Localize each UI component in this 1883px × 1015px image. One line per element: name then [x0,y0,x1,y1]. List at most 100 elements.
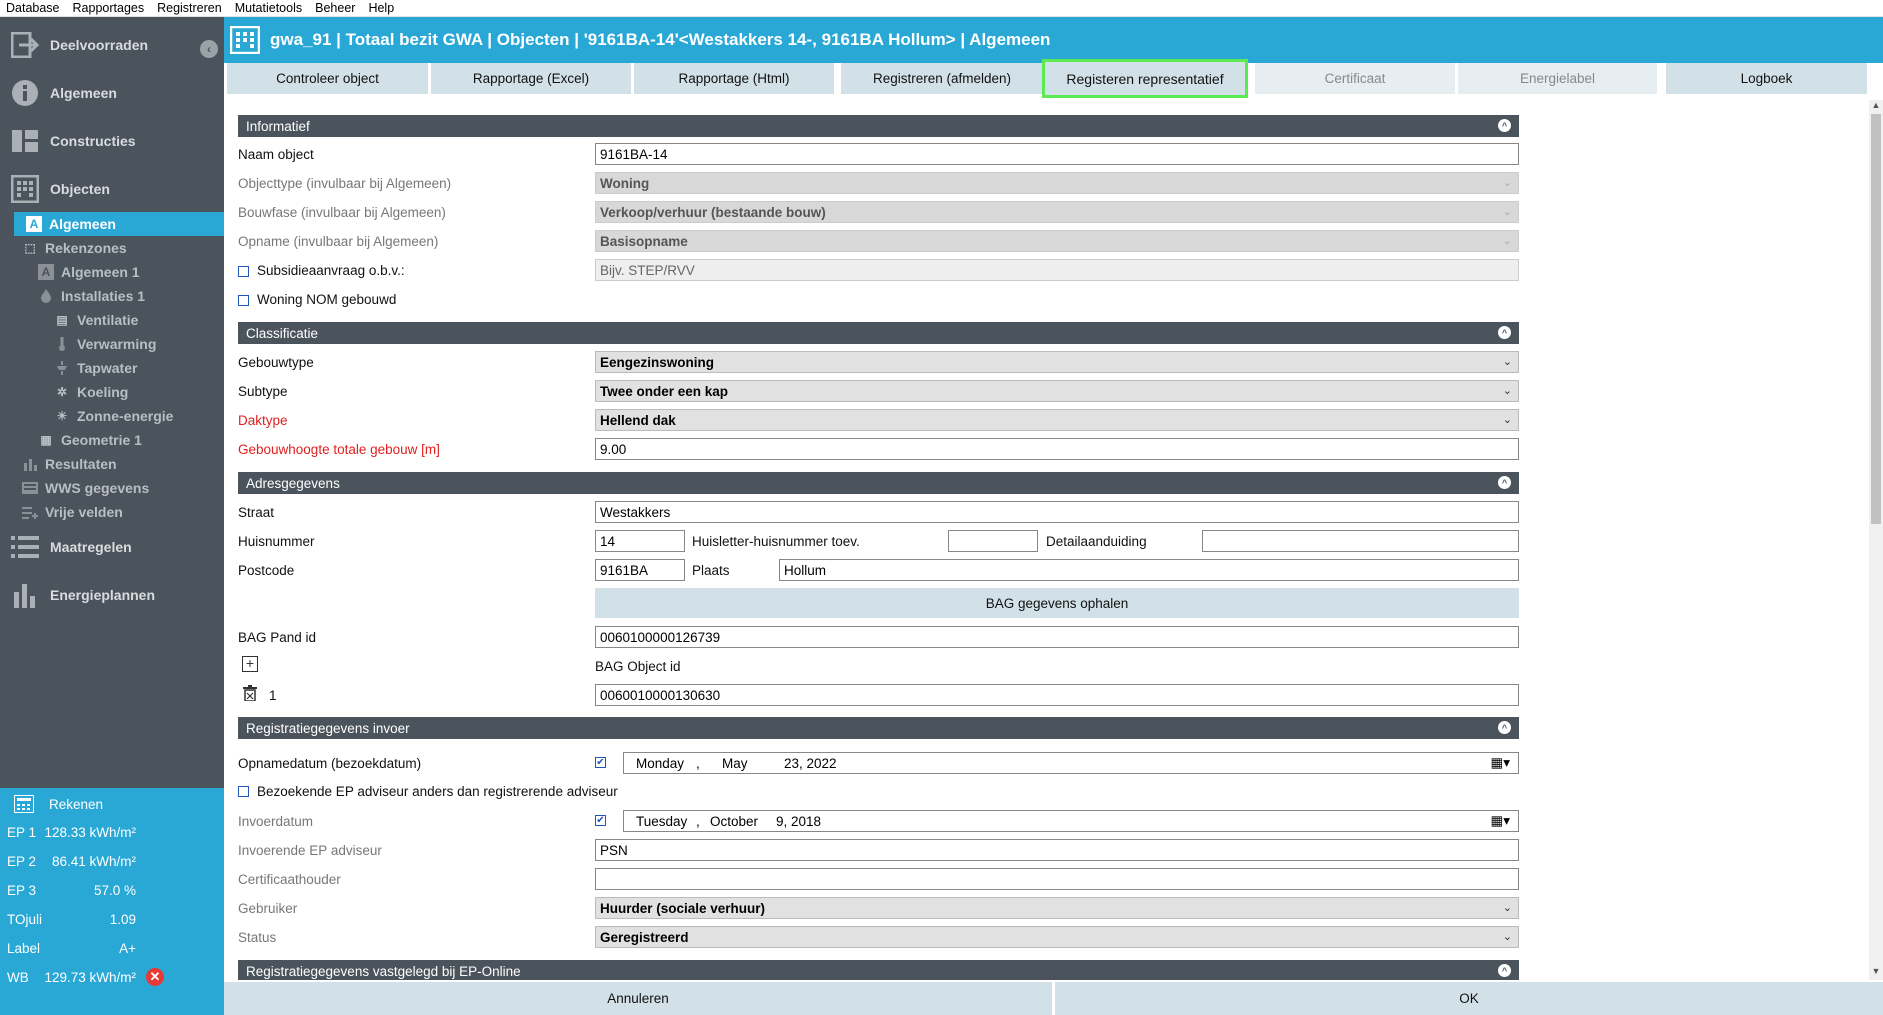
bezoekende-checkbox[interactable] [238,786,249,797]
calculator-icon [13,794,35,816]
tree-item-verwarming[interactable]: Verwarming [54,332,156,356]
naam-object-input[interactable]: 9161BA-14 [595,143,1519,165]
invoerdatum-checkbox[interactable]: ✔ [595,815,606,826]
annuleren-button[interactable]: Annuleren [224,982,1052,1015]
tree-item-koeling[interactable]: ✲ Koeling [54,380,128,404]
gebouwhoogte-input[interactable]: 9.00 [595,438,1519,460]
invoerende-adviseur-input[interactable]: PSN [595,839,1519,861]
section-classificatie[interactable]: Classificatie ^ [238,322,1519,344]
invoerdatum-picker[interactable]: Tuesday , October 9, 2018 ▦▾ [623,810,1519,832]
collapse-icon[interactable]: ^ [1498,476,1511,489]
menu-database[interactable]: Database [6,1,60,15]
collapse-icon[interactable]: ^ [1498,119,1511,132]
calc-key: TOjuli [7,911,43,927]
menu-mutatietools[interactable]: Mutatietools [235,1,302,15]
bag-pand-id-input[interactable]: 0060100000126739 [595,626,1519,648]
subsidie-input[interactable]: Bijv. STEP/RVV [595,259,1519,281]
plaats-label: Plaats [692,563,730,578]
subsidie-checkbox[interactable] [238,266,249,277]
tab-rapportage-html[interactable]: Rapportage (Html) [634,63,834,94]
algemeen-a-icon: A [26,216,42,232]
calc-row-tojuli: TOjuli 1.09 [0,905,224,933]
collapse-icon[interactable]: ^ [1498,721,1511,734]
bag-gegevens-ophalen-button[interactable]: BAG gegevens ophalen [595,588,1519,618]
collapse-icon[interactable]: ^ [1498,964,1511,977]
nom-label: Woning NOM gebouwd [257,292,397,307]
daktype-select[interactable]: Hellend dak ⌄ [595,409,1519,431]
calendar-icon[interactable]: ▦▾ [1490,755,1510,771]
bag-object-id-input[interactable]: 0060010000130630 [595,684,1519,706]
opnamedatum-checkbox[interactable]: ✔ [595,757,606,768]
tab-controleer-object[interactable]: Controleer object [227,63,428,94]
calendar-icon[interactable]: ▦▾ [1490,813,1510,829]
calc-row-wb: WB 129.73 kWh/m² ✕ [0,963,224,991]
sidebar-item-energieplannen[interactable]: Energieplannen [0,571,224,619]
status-select[interactable]: Geregistreerd ⌄ [595,926,1519,948]
invoerende-adviseur-label: Invoerende EP adviseur [238,843,382,858]
tree-item-geometrie-1[interactable]: ▦ Geometrie 1 [38,428,142,452]
calc-value: 1.09 [109,911,136,927]
sidebar-item-algemeen[interactable]: Algemeen [0,69,224,117]
vertical-scrollbar[interactable]: ▲ ▼ [1869,100,1883,980]
section-registratiegegevens-vastgelegd[interactable]: Registratiegegevens vastgelegd bij EP-On… [238,960,1519,980]
menu-help[interactable]: Help [368,1,394,15]
scroll-down-icon[interactable]: ▼ [1869,966,1883,980]
calc-key: Label [7,940,41,956]
tree-item-rekenzones[interactable]: ⬚ Rekenzones [22,236,126,260]
straat-input[interactable]: Westakkers [595,501,1519,523]
add-icon[interactable]: + [242,656,258,672]
tree-item-algemeen-1[interactable]: A Algemeen 1 [38,260,140,284]
sidebar-item-deelvoorraden[interactable]: Deelvoorraden ‹ [0,21,224,69]
huisnummer-input[interactable]: 14 [595,530,685,552]
calc-row-label: Label A+ [0,934,224,962]
date-separator: , [696,814,700,829]
tree-item-zonne-energie[interactable]: ☀ Zonne-energie [54,404,174,428]
ok-button[interactable]: OK [1055,982,1883,1015]
flame-icon [38,288,54,304]
nom-checkbox[interactable] [238,295,249,306]
scrollbar-thumb[interactable] [1871,114,1881,524]
collapse-icon[interactable]: ^ [1498,326,1511,339]
tree-item-vrije-velden[interactable]: Vrije velden [22,500,123,524]
tab-registeren-representatief[interactable]: Registeren representatief [1042,59,1248,98]
menu-registreren[interactable]: Registreren [157,1,222,15]
scroll-up-icon[interactable]: ▲ [1869,100,1883,114]
tree-item-wws-gegevens[interactable]: WWS gegevens [22,476,149,500]
collapse-sidebar-icon[interactable]: ‹ [200,40,218,58]
error-icon[interactable]: ✕ [146,968,164,986]
tree-item-label: Algemeen [49,216,116,232]
tab-logboek[interactable]: Logboek [1666,63,1867,94]
tree-item-installaties-1[interactable]: Installaties 1 [38,284,145,308]
gebouwtype-select[interactable]: Eengezinswoning ⌄ [595,351,1519,373]
subtype-select[interactable]: Twee onder een kap ⌄ [595,380,1519,402]
opnamedatum-picker[interactable]: Monday , May 23, 2022 ▦▾ [623,752,1519,774]
menu-beheer[interactable]: Beheer [315,1,355,15]
sidebar-item-maatregelen[interactable]: Maatregelen [0,523,224,571]
bag-object-id-label: BAG Object id [595,659,681,674]
detailaanduiding-input[interactable] [1202,530,1519,552]
tab-rapportage-excel[interactable]: Rapportage (Excel) [431,63,631,94]
tab-certificaat: Certificaat [1255,63,1455,94]
sidebar-item-constructies[interactable]: Constructies [0,117,224,165]
menu-rapportages[interactable]: Rapportages [73,1,145,15]
toevoeging-input[interactable] [948,530,1038,552]
tree-item-label: Vrije velden [45,504,123,520]
chevron-down-icon: ⌄ [1502,177,1512,189]
tree-item-algemeen[interactable]: A Algemeen [14,212,224,236]
tree-item-ventilatie[interactable]: ▤ Ventilatie [54,308,138,332]
tree-item-label: Geometrie 1 [61,432,142,448]
section-informatief[interactable]: Informatief ^ [238,115,1519,137]
certificaathouder-input[interactable] [595,868,1519,890]
tree-item-tapwater[interactable]: Tapwater [54,356,137,380]
date-day: Tuesday [636,814,688,829]
section-registratiegegevens-invoer[interactable]: Registratiegegevens invoer ^ [238,717,1519,739]
section-adresgegevens[interactable]: Adresgegevens ^ [238,472,1519,494]
sidebar-item-objecten[interactable]: Objecten [0,165,224,213]
postcode-input[interactable]: 9161BA [595,559,685,581]
plaats-input[interactable]: Hollum [779,559,1519,581]
tree-item-resultaten[interactable]: Resultaten [22,452,117,476]
trash-icon[interactable] [243,685,257,704]
rekenen-button[interactable]: Rekenen [0,790,224,818]
tab-registreren-afmelden[interactable]: Registreren (afmelden) [841,63,1043,94]
gebruiker-select[interactable]: Huurder (sociale verhuur) ⌄ [595,897,1519,919]
